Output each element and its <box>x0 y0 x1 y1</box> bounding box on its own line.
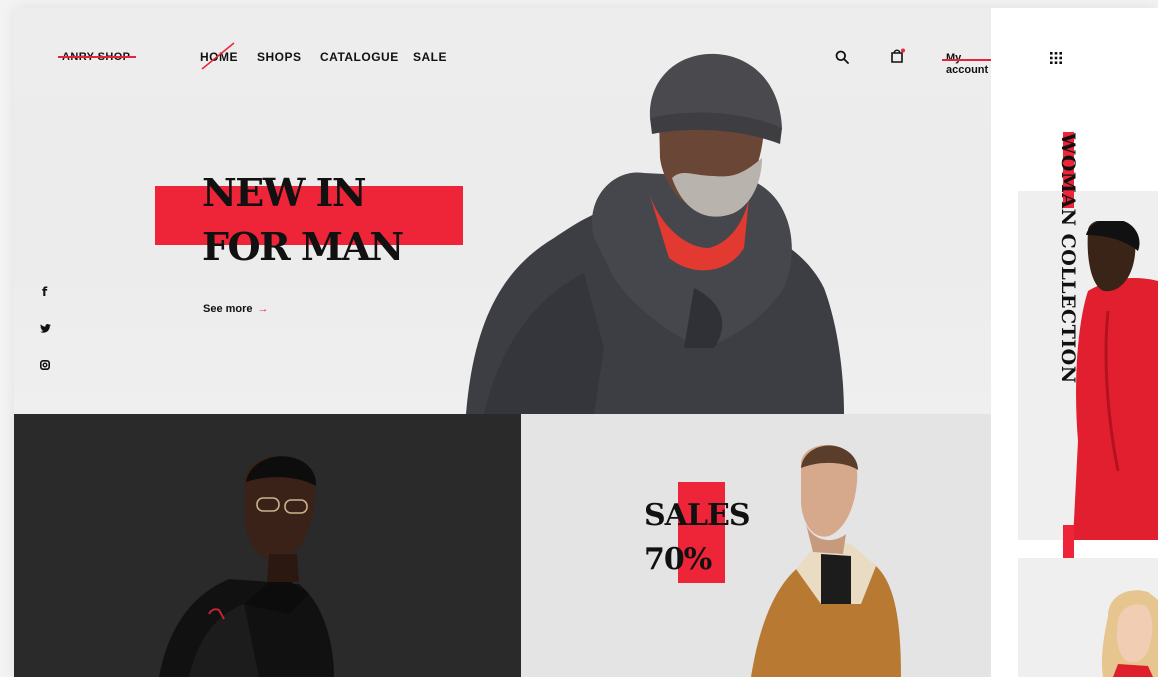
sales-promo-tile[interactable]: SALES 70% <box>521 414 991 677</box>
dark-tile-model-photo <box>159 455 334 677</box>
twitter-icon[interactable] <box>40 324 51 333</box>
grid-menu-icon[interactable] <box>1050 52 1062 64</box>
see-more-label: See more <box>203 303 253 315</box>
hero-title-line2: FOR MAN <box>202 224 404 269</box>
nav-shops[interactable]: SHOPS <box>257 50 302 64</box>
sales-title-line2: 70% <box>644 542 712 577</box>
nav-catalogue[interactable]: CATALOGUE <box>320 50 399 64</box>
facebook-icon[interactable]: f <box>42 285 47 299</box>
sales-tile-model-photo <box>751 444 901 677</box>
cart-icon[interactable] <box>890 48 906 64</box>
see-more-link[interactable]: See more → <box>203 303 269 315</box>
nav-sale[interactable]: SALE <box>413 50 447 64</box>
home-strike-decoration <box>201 42 235 70</box>
woman-collection-card[interactable] <box>1018 191 1158 540</box>
page: ANRY SHOP HOME SHOPS CATALOGUE SALE My a… <box>14 8 1158 677</box>
hero-model-photo <box>466 53 844 414</box>
hero-title: NEW IN FOR MAN <box>202 166 404 274</box>
arrow-right-icon: → <box>257 303 269 315</box>
sales-title-line1: SALES <box>644 498 751 533</box>
woman-collection-title: WOMAN COLLECTION <box>1057 133 1079 384</box>
my-account-link[interactable]: My account <box>946 52 991 76</box>
hero-banner: ANRY SHOP HOME SHOPS CATALOGUE SALE My a… <box>14 8 991 414</box>
account-strike-decoration <box>942 59 991 61</box>
instagram-icon[interactable] <box>40 360 50 370</box>
dark-promo-tile[interactable] <box>14 414 521 677</box>
blonde-model-photo <box>1101 590 1158 677</box>
woman-collection-panel[interactable]: WOMAN COLLECTION <box>991 8 1158 677</box>
sales-title: SALES 70% <box>644 494 751 582</box>
logo-strike-decoration <box>58 56 136 58</box>
hero-title-line1: NEW IN <box>202 170 367 215</box>
second-collection-card[interactable] <box>1018 558 1158 677</box>
